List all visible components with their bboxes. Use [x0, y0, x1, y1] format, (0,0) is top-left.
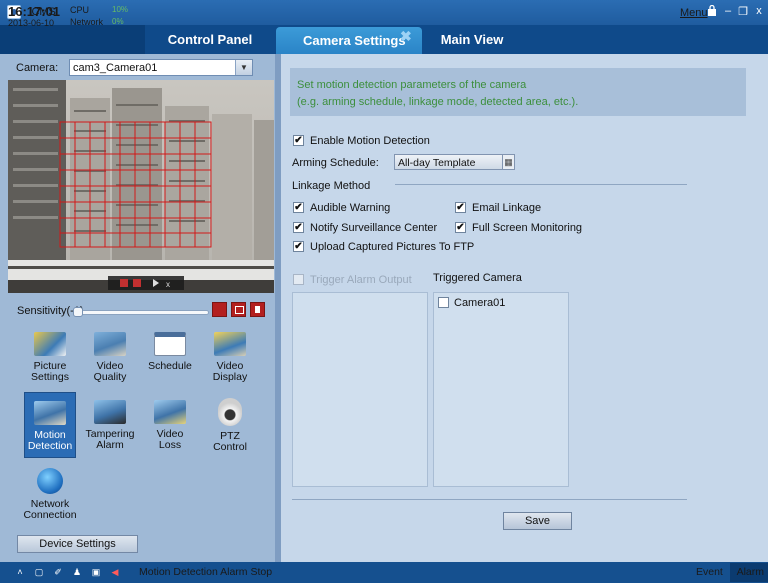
video-display-icon [214, 332, 246, 356]
camera-label: Camera: [16, 62, 59, 74]
clock-panel [0, 25, 145, 54]
trigger-alarm-label: Trigger Alarm Output [310, 274, 412, 286]
window-icon[interactable]: ▣ [91, 567, 101, 577]
network-value: 0% [112, 17, 124, 26]
menu-button[interactable]: Menu [680, 7, 708, 19]
tool-label: Detection [27, 440, 73, 452]
arming-schedule-select[interactable]: All-day Template [394, 154, 515, 170]
lock-icon[interactable] [706, 4, 718, 19]
triggered-camera-label: Triggered Camera [433, 272, 522, 284]
enable-motion-checkbox[interactable]: ✔ [293, 135, 304, 146]
globe-icon [37, 468, 63, 494]
upload-ftp-label: Upload Captured Pictures To FTP [310, 241, 475, 253]
status-text: Motion Detection Alarm Stop [139, 566, 273, 578]
video-quality-button[interactable]: Video Quality [82, 324, 138, 390]
tab-close-icon[interactable]: ✖ [400, 28, 412, 45]
chevron-down-icon[interactable]: ▼ [235, 60, 252, 75]
alarm-button[interactable]: Alarm [730, 563, 768, 582]
arming-schedule-label: Arming Schedule: [292, 157, 379, 169]
pin-icon[interactable]: ✐ [53, 567, 63, 577]
users-icon[interactable]: ♟ [72, 567, 82, 577]
tool-label: Display [212, 371, 248, 383]
device-settings-button[interactable]: Device Settings [17, 535, 138, 553]
ptz-control-button[interactable]: PTZ Control [202, 392, 258, 458]
linkage-method-title: Linkage Method [292, 180, 371, 192]
tool-label: Connection [23, 509, 77, 521]
clock-date: 2013-06-10 [8, 18, 55, 28]
tampering-icon [94, 400, 126, 424]
tool-label: Schedule [148, 360, 192, 372]
calendar-icon [154, 332, 186, 356]
collapse-up-icon[interactable]: ˄ [15, 567, 25, 577]
camera-preview[interactable]: x [8, 80, 274, 293]
tool-label: Loss [158, 439, 182, 451]
cpu-label: CPU [70, 5, 90, 15]
clock-time: 16:17:01 [8, 4, 61, 19]
audible-warning-label: Audible Warning [310, 202, 391, 214]
notify-center-checkbox[interactable]: ✔ [293, 222, 304, 233]
restore-button[interactable]: ❐ [737, 5, 749, 18]
camera-select[interactable]: cam3_Camera01 [69, 59, 253, 76]
delete-area-icon[interactable] [250, 302, 265, 317]
info-text-line2: (e.g. arming schedule, linkage mode, det… [297, 96, 579, 108]
cpu-value: 10% [112, 5, 129, 14]
schedule-button[interactable]: Schedule [142, 324, 198, 390]
picture-settings-button[interactable]: Picture Settings [22, 324, 78, 390]
info-box [290, 68, 746, 116]
save-button[interactable]: Save [503, 512, 572, 530]
event-button[interactable]: Event [696, 566, 723, 578]
sensitivity-slider-thumb[interactable] [73, 307, 83, 317]
email-linkage-label: Email Linkage [472, 202, 542, 214]
monitor-icon[interactable]: ▢ [34, 567, 44, 577]
minimize-button[interactable]: – [722, 5, 734, 17]
tab-main-view[interactable]: Main View [422, 25, 522, 54]
video-loss-icon [154, 400, 186, 424]
ptz-camera-icon [218, 398, 242, 426]
picture-settings-icon [34, 332, 66, 356]
speaker-alarm-icon[interactable]: ◀ [110, 567, 120, 577]
network-label: Network [70, 17, 104, 27]
enable-motion-label: Enable Motion Detection [310, 135, 430, 147]
divider [395, 184, 687, 185]
tool-label: Alarm [96, 439, 124, 451]
divider [292, 499, 687, 500]
camera01-label: Camera01 [454, 297, 506, 309]
tool-label: Settings [31, 371, 69, 383]
sensitivity-slider[interactable] [74, 310, 209, 315]
svg-text:x: x [166, 280, 170, 289]
audible-warning-checkbox[interactable]: ✔ [293, 202, 304, 213]
motion-detection-button[interactable]: Motion Detection [24, 392, 76, 458]
camera01-checkbox[interactable] [438, 297, 449, 308]
draw-area-icon[interactable] [212, 302, 227, 317]
motion-detection-icon [34, 401, 66, 425]
network-connection-button[interactable]: Network Connection [22, 462, 78, 528]
alarm-output-list[interactable] [292, 292, 428, 487]
upload-ftp-checkbox[interactable]: ✔ [293, 241, 304, 252]
video-quality-icon [94, 332, 126, 356]
video-loss-button[interactable]: Video Loss [142, 392, 198, 458]
schedule-picker-icon[interactable]: ▦ [502, 155, 514, 169]
notify-center-label: Notify Surveillance Center [310, 222, 438, 234]
email-linkage-checkbox[interactable]: ✔ [455, 202, 466, 213]
info-text-line1: Set motion detection parameters of the c… [297, 79, 527, 91]
tool-label: Quality [93, 371, 127, 383]
close-button[interactable]: x [753, 5, 765, 17]
tool-label: Control [213, 441, 247, 453]
select-area-icon[interactable] [231, 302, 246, 317]
full-screen-label: Full Screen Monitoring [472, 222, 583, 234]
video-display-button[interactable]: Video Display [202, 324, 258, 390]
trigger-alarm-checkbox[interactable] [293, 274, 304, 285]
full-screen-checkbox[interactable]: ✔ [455, 222, 466, 233]
tab-control-panel[interactable]: Control Panel [145, 25, 275, 54]
triggered-camera-list[interactable] [433, 292, 569, 487]
tampering-alarm-button[interactable]: Tampering Alarm [82, 392, 138, 458]
